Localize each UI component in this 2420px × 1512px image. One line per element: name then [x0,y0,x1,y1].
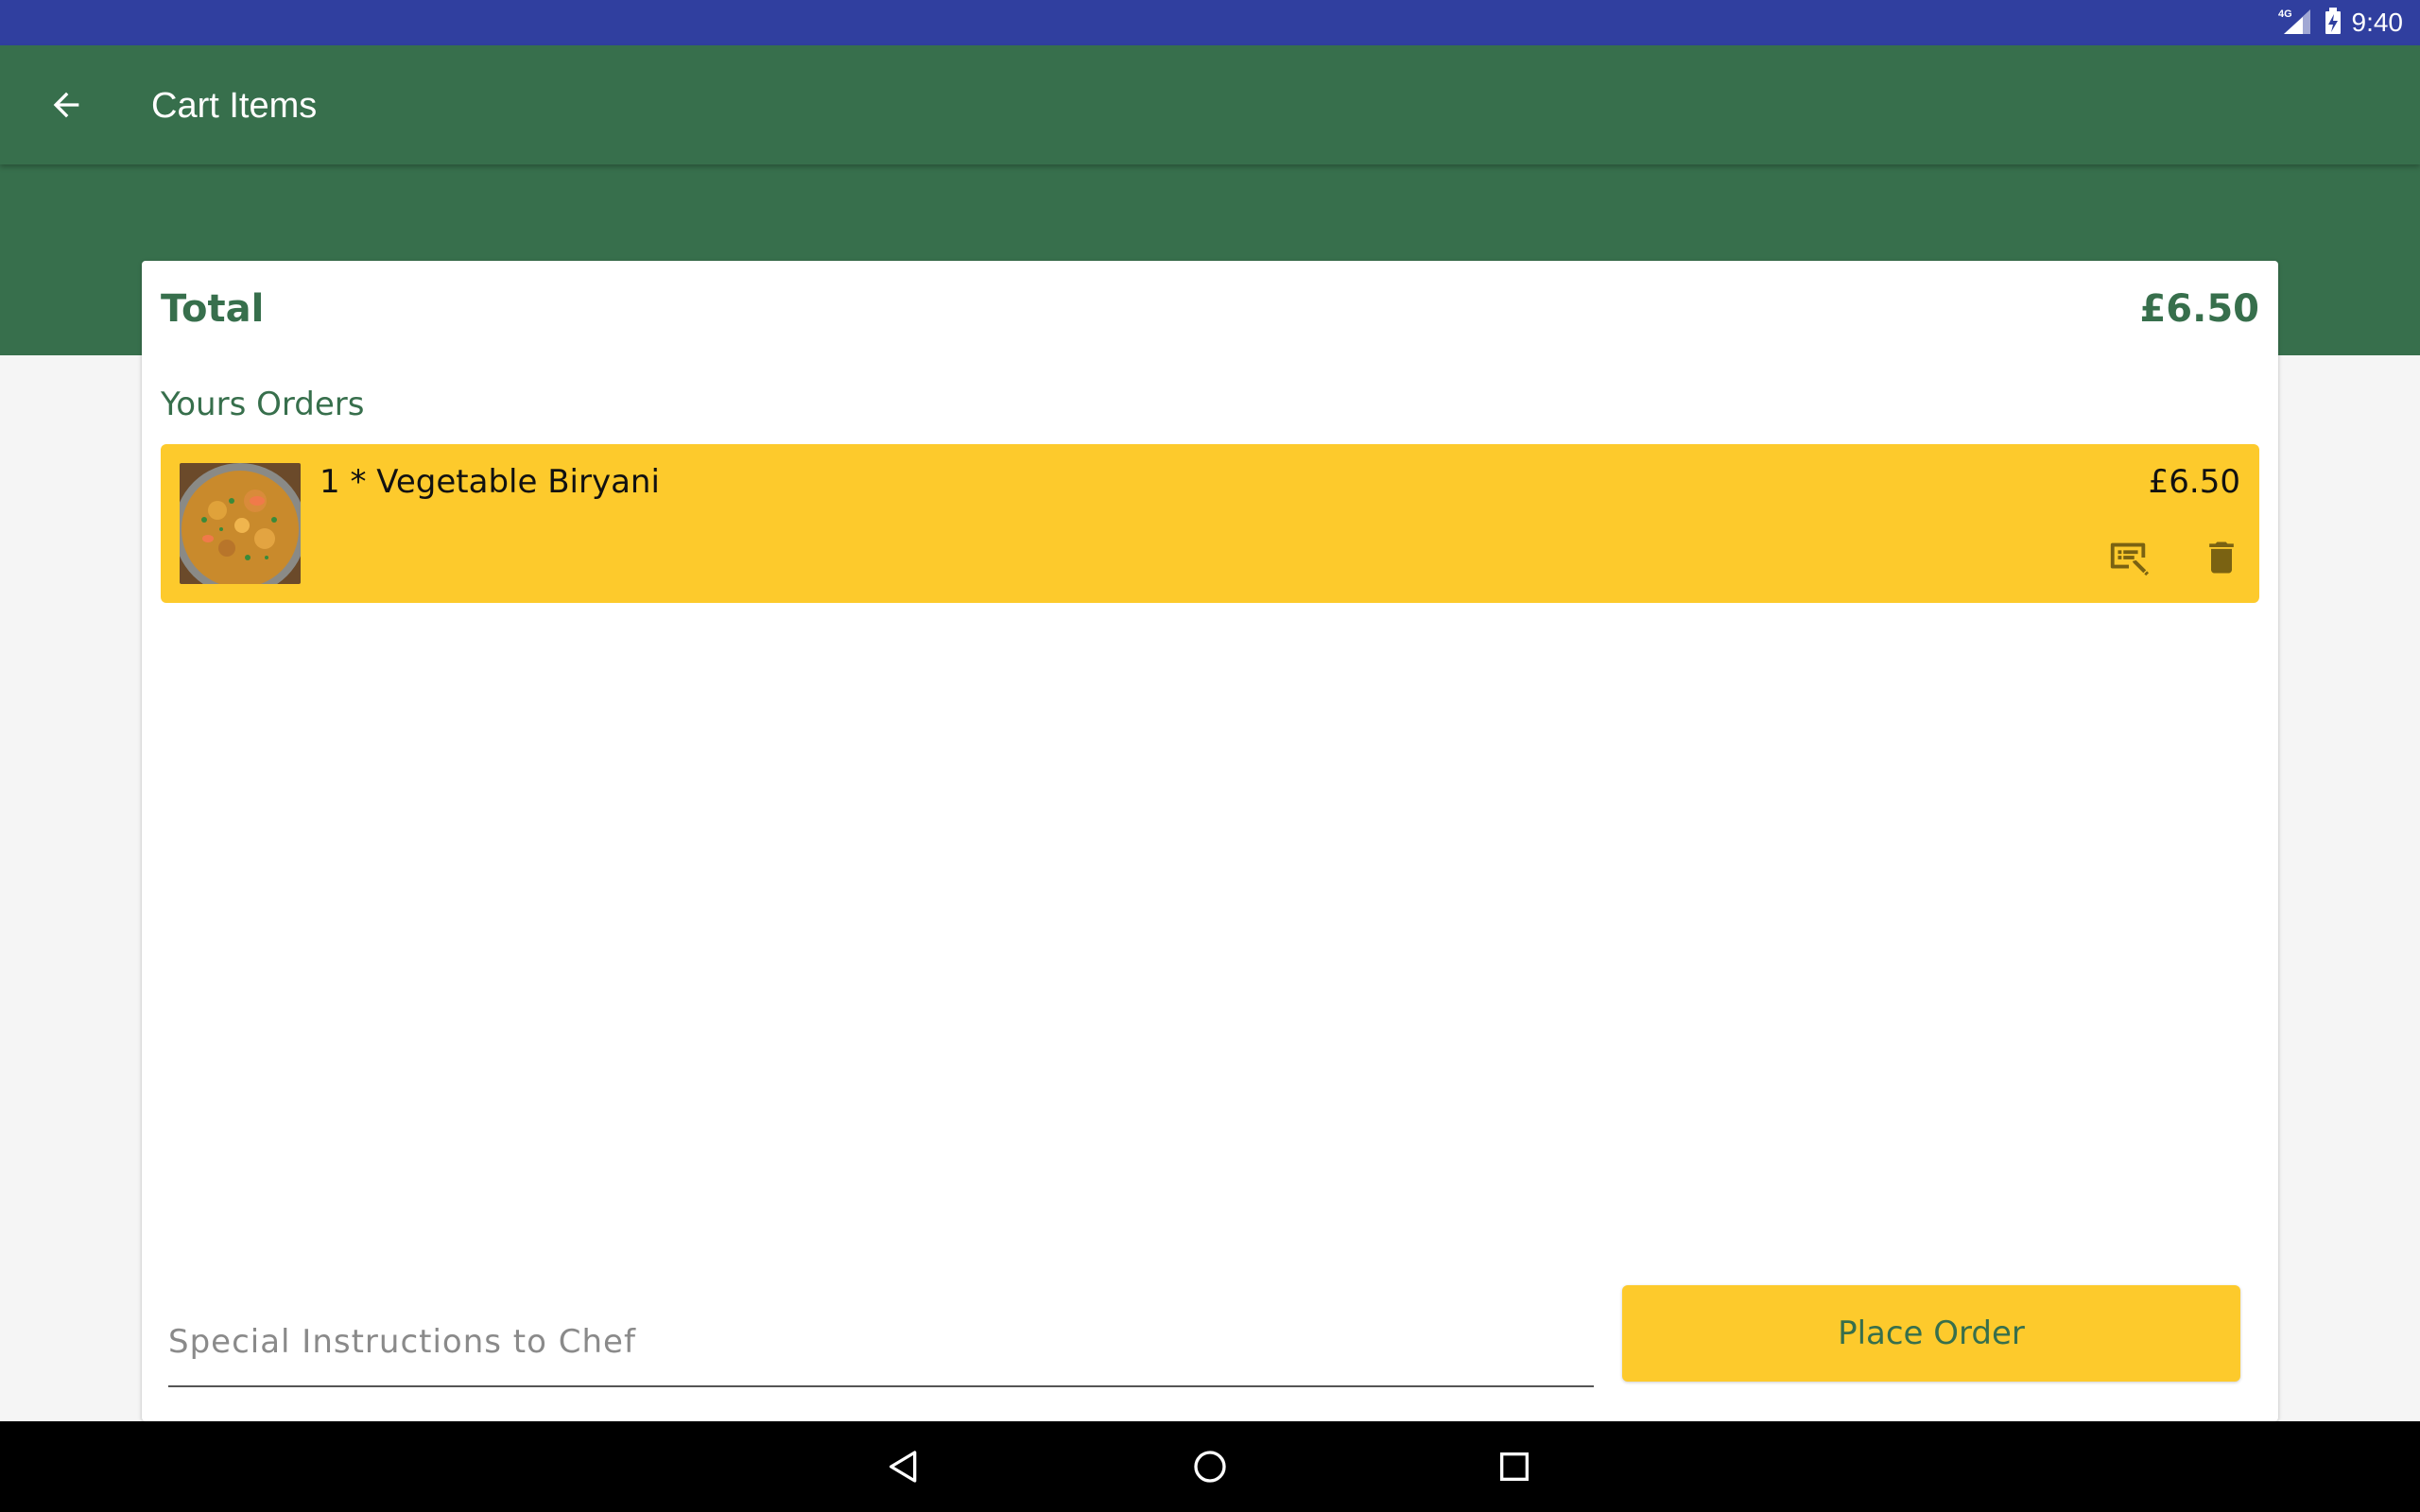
place-order-button[interactable]: Place Order [1622,1285,2240,1382]
delete-icon [2209,541,2234,574]
total-label: Total [161,287,265,331]
special-instructions-button[interactable] [2102,531,2155,584]
nav-back-icon [890,1451,917,1483]
nav-recents-icon [1500,1452,1529,1481]
total-value: £6.50 [2139,287,2259,331]
signal-4g-icon: 4G [2276,6,2314,40]
status-time: 9:40 [2351,8,2404,37]
delete-button[interactable] [2195,531,2248,584]
arrow-back-icon [53,92,79,118]
special-instructions-input[interactable] [168,1314,1586,1370]
page-title: Cart Items [151,86,318,126]
nav-home-icon [1194,1451,1226,1483]
cart-card: Total £6.50 Yours Orders 1 * Vegetable B… [142,261,2278,1421]
app-bar: Cart Items [0,45,2420,164]
orders-section-title: Yours Orders [161,386,365,423]
network-type-label: 4G [2278,9,2292,20]
biryani-dish-image [180,463,301,584]
battery-charging-icon [2322,6,2344,40]
status-bar: 4G 9:40 [0,0,2420,45]
navigation-bar [0,1421,2420,1512]
instructions-field-wrapper [168,1306,1594,1387]
order-item-price: £6.50 [2148,463,2240,501]
order-item-name: 1 * Vegetable Biryani [320,463,660,501]
order-item[interactable]: 1 * Vegetable Biryani £6.50 [161,444,2259,603]
nav-home-button[interactable] [1182,1438,1238,1495]
nav-recents-button[interactable] [1486,1438,1543,1495]
status-icons: 4G 9:40 [2276,6,2404,40]
special-instructions-icon [2110,542,2150,576]
back-button[interactable] [38,77,95,133]
nav-back-button[interactable] [875,1438,932,1495]
